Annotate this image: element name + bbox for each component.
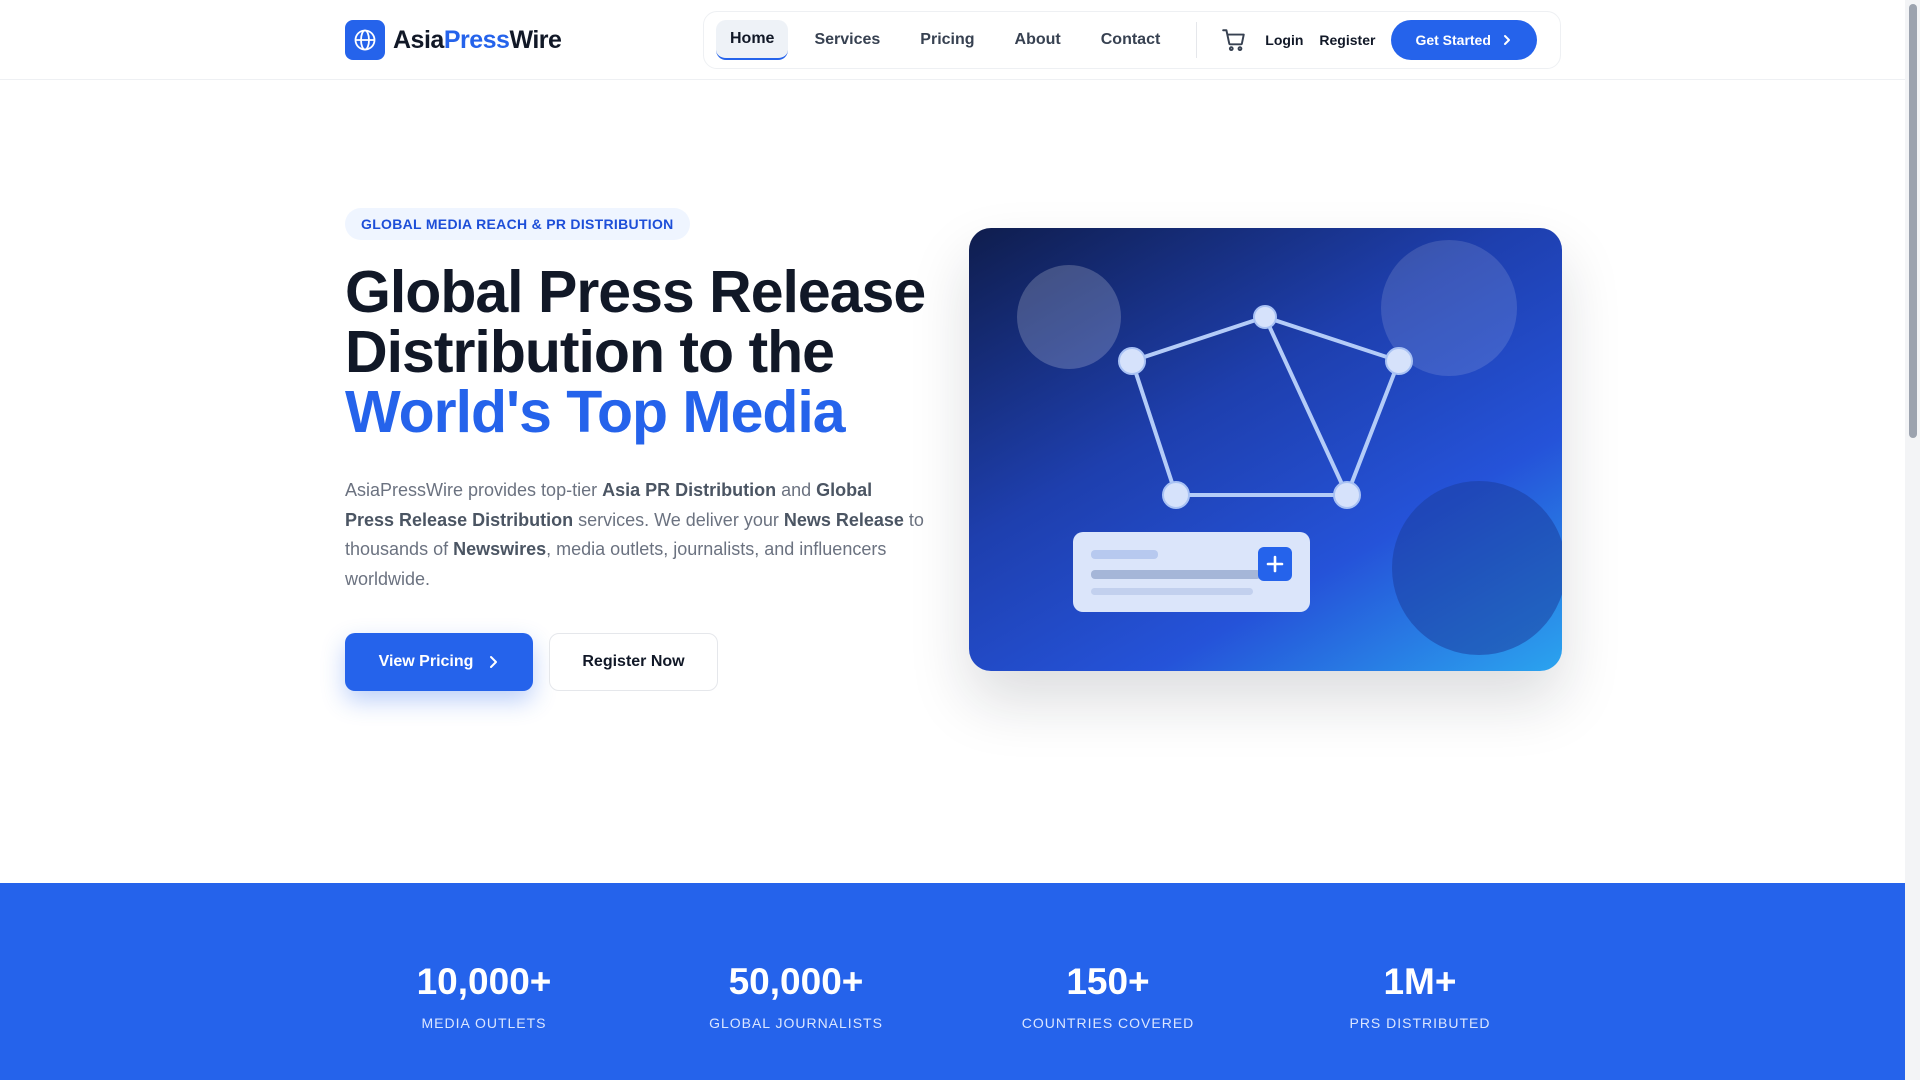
login-link[interactable]: Login: [1265, 32, 1303, 48]
nav-services[interactable]: Services: [800, 21, 894, 59]
hero-description: AsiaPressWire provides top-tier Asia PR …: [345, 480, 924, 589]
network-node: [1162, 481, 1190, 509]
hero-title-highlight: World's Top Media: [345, 379, 846, 445]
site-header: AsiaPressWire Home Services Pricing Abou…: [0, 0, 1905, 80]
network-node: [1333, 481, 1361, 509]
nav-pricing[interactable]: Pricing: [906, 21, 988, 59]
stat-value: 150+: [1066, 961, 1150, 1002]
stat-global-journalists: 50,000+ GLOBAL JOURNALISTS: [640, 961, 952, 1031]
hero-illustration: [969, 228, 1562, 671]
nav-home[interactable]: Home: [716, 20, 789, 60]
hero-badge: GLOBAL MEDIA REACH & PR DISTRIBUTION: [345, 208, 690, 240]
globe-icon: [345, 20, 385, 60]
chevron-right-icon: [1503, 35, 1510, 45]
stat-value: 50,000+: [728, 961, 864, 1002]
stat-prs-distributed: 1M+ PRS DISTRIBUTED: [1264, 961, 1576, 1031]
stat-media-outlets: 10,000+ MEDIA OUTLETS: [328, 961, 640, 1031]
register-link[interactable]: Register: [1319, 32, 1375, 48]
network-node: [1118, 347, 1146, 375]
view-pricing-button[interactable]: View Pricing: [345, 633, 533, 691]
stat-countries-covered: 150+ COUNTRIES COVERED: [952, 961, 1264, 1031]
network-node: [1385, 347, 1413, 375]
stats-bar: 10,000+ MEDIA OUTLETS 50,000+ GLOBAL JOU…: [0, 883, 1905, 1080]
scrollbar-thumb[interactable]: [1909, 4, 1917, 438]
network-node: [1253, 305, 1277, 329]
stat-label: GLOBAL JOURNALISTS: [709, 1015, 883, 1031]
main-nav: Home Services Pricing About Contact Logi…: [703, 11, 1561, 69]
decor-circle: [1392, 481, 1562, 655]
stat-label: COUNTRIES COVERED: [1021, 1015, 1195, 1031]
brand-name: AsiaPressWire: [393, 25, 562, 54]
decor-circle: [1017, 265, 1121, 369]
stat-value: 10,000+: [416, 961, 552, 1002]
nav-contact[interactable]: Contact: [1087, 21, 1175, 59]
stat-label: PRS DISTRIBUTED: [1349, 1015, 1491, 1031]
stat-value: 1M+: [1383, 961, 1457, 1002]
release-card: [1073, 532, 1310, 612]
page-scrollbar[interactable]: [1905, 0, 1920, 1080]
register-now-button[interactable]: Register Now: [549, 633, 718, 691]
brand-logo[interactable]: AsiaPressWire: [345, 20, 562, 60]
stat-label: MEDIA OUTLETS: [421, 1015, 547, 1031]
nav-divider: [1196, 22, 1198, 58]
view-pricing-label: View Pricing: [378, 653, 474, 670]
page: AsiaPressWire Home Services Pricing Abou…: [0, 0, 1905, 1080]
hero-title-line2: Distribution to the: [345, 319, 835, 385]
cart-icon[interactable]: [1219, 25, 1249, 55]
get-started-button[interactable]: Get Started: [1391, 20, 1537, 60]
get-started-label: Get Started: [1415, 32, 1491, 48]
hero-title: Global Press Release Distribution to the…: [345, 262, 965, 442]
hero-title-line1: Global Press Release: [345, 259, 926, 325]
chevron-right-icon: [490, 656, 498, 668]
nav-about[interactable]: About: [1001, 21, 1075, 59]
